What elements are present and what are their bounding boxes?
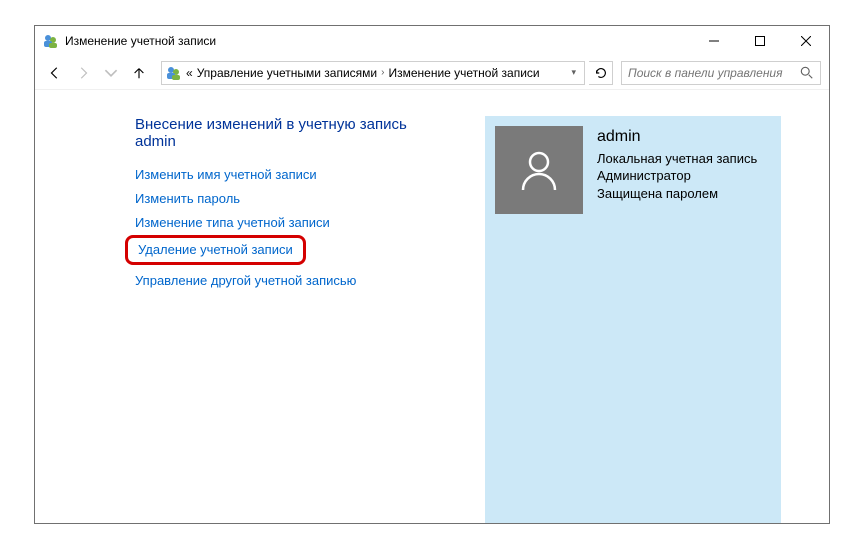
action-link-list: Изменить имя учетной записи Изменить пар… [135, 166, 435, 290]
account-role-label: Администратор [597, 167, 757, 185]
search-box[interactable] [621, 61, 821, 85]
breadcrumb-item[interactable]: Управление учетными записями [197, 66, 377, 80]
highlight-annotation: Удаление учетной записи [125, 235, 306, 265]
account-name: admin [597, 126, 757, 148]
users-icon [166, 65, 182, 81]
maximize-button[interactable] [737, 26, 783, 56]
account-password-label: Защищена паролем [597, 185, 757, 203]
account-type-label: Локальная учетная запись [597, 150, 757, 168]
refresh-button[interactable] [589, 61, 613, 85]
manage-other-account-link[interactable]: Управление другой учетной записью [135, 273, 356, 288]
address-bar[interactable]: « Управление учетными записями › Изменен… [161, 61, 585, 85]
breadcrumb-chevrons: « [186, 66, 193, 80]
forward-button[interactable] [71, 61, 95, 85]
chevron-down-icon[interactable]: ▾ [567, 67, 580, 78]
change-password-link[interactable]: Изменить пароль [135, 191, 240, 206]
titlebar: Изменение учетной записи [35, 26, 829, 56]
users-icon [43, 33, 59, 49]
account-info: admin Локальная учетная запись Администр… [597, 126, 757, 202]
delete-account-link[interactable]: Удаление учетной записи [138, 242, 293, 257]
chevron-right-icon: › [381, 67, 384, 78]
avatar [495, 126, 583, 214]
up-button[interactable] [127, 61, 151, 85]
change-type-link[interactable]: Изменение типа учетной записи [135, 215, 330, 230]
minimize-button[interactable] [691, 26, 737, 56]
window-controls [691, 26, 829, 56]
search-input[interactable] [628, 66, 800, 80]
account-card: admin Локальная учетная запись Администр… [485, 116, 781, 523]
page-heading: Внесение изменений в учетную запись admi… [135, 116, 435, 150]
window-title: Изменение учетной записи [65, 34, 691, 48]
back-button[interactable] [43, 61, 67, 85]
navbar: « Управление учетными записями › Изменен… [35, 56, 829, 90]
left-column: Внесение изменений в учетную запись admi… [135, 116, 435, 523]
content-area: Внесение изменений в учетную запись admi… [35, 90, 829, 523]
rename-account-link[interactable]: Изменить имя учетной записи [135, 167, 317, 182]
close-button[interactable] [783, 26, 829, 56]
search-icon [800, 66, 814, 80]
recent-dropdown[interactable] [99, 61, 123, 85]
window: Изменение учетной записи « Управление уч… [34, 25, 830, 524]
breadcrumb-item[interactable]: Изменение учетной записи [388, 66, 539, 80]
